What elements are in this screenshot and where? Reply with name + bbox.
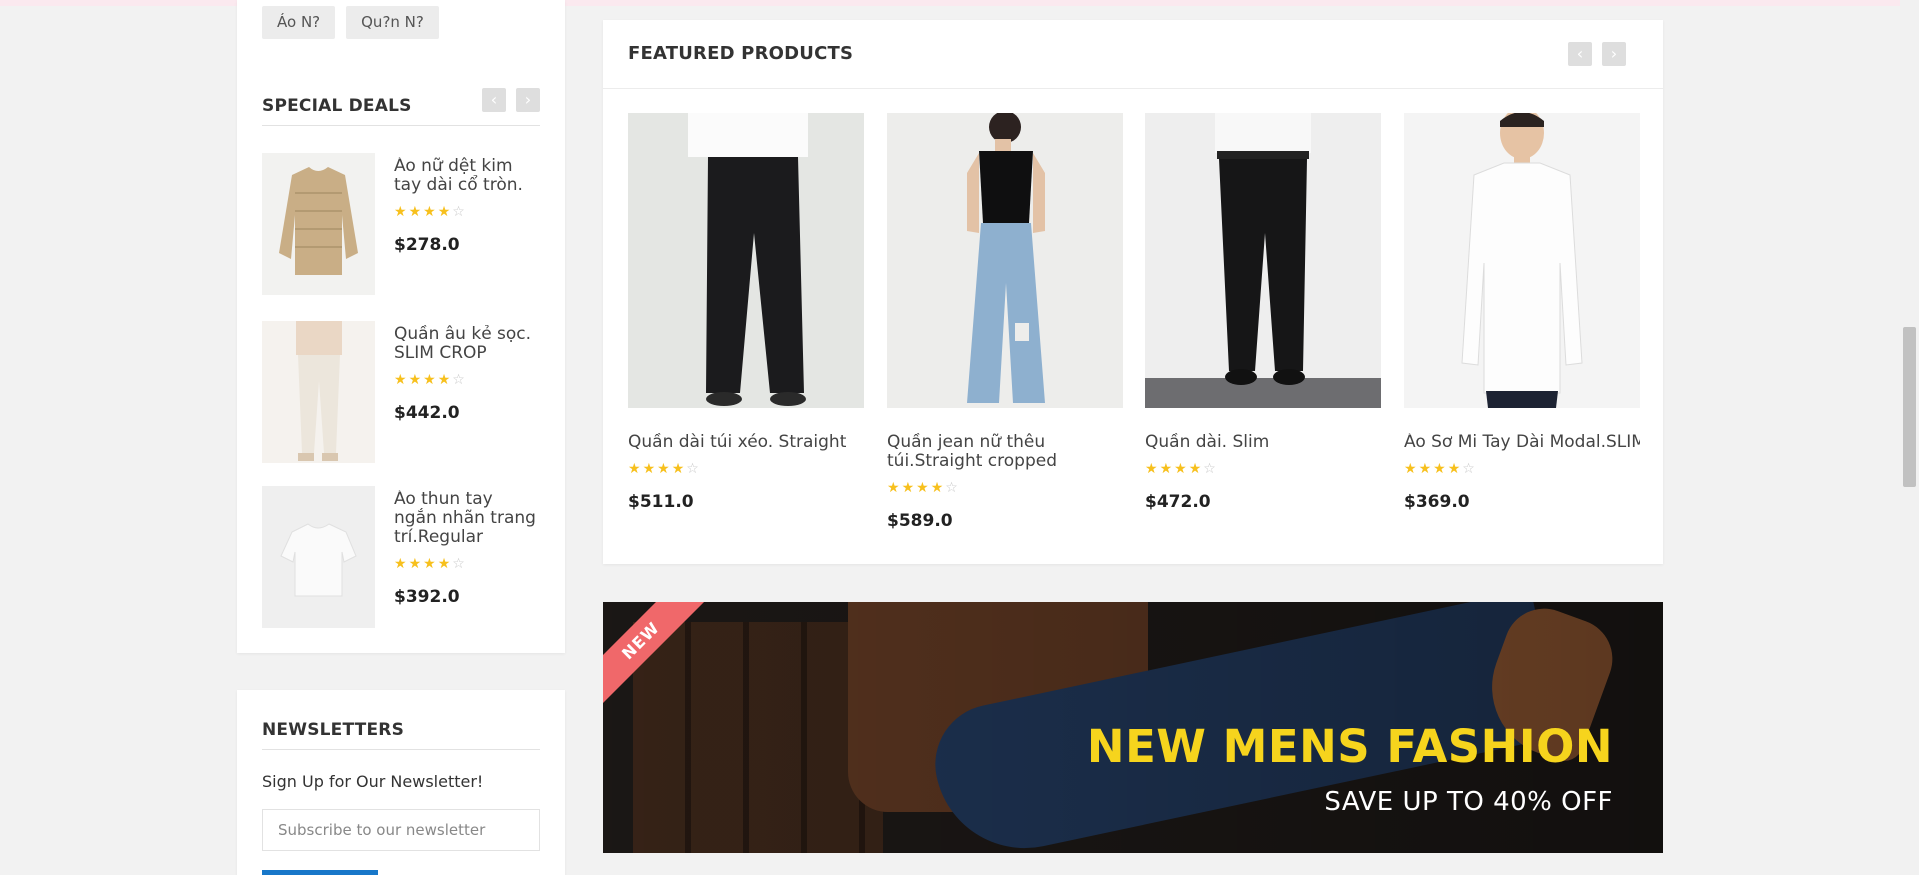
chevron-right-icon[interactable]: ›: [1602, 42, 1626, 66]
star-icon: ★: [1418, 461, 1432, 477]
product-image[interactable]: [1404, 113, 1640, 408]
tag-list: Áo N? Qu?n N?: [262, 6, 439, 39]
special-deals-header: SPECIAL DEALS ‹ ›: [262, 86, 540, 126]
star-icon: ★: [930, 480, 944, 496]
deal-price: $278.0: [394, 235, 460, 255]
deal-image[interactable]: [262, 321, 375, 463]
star-icon: ★: [1159, 461, 1173, 477]
featured-title: FEATURED PRODUCTS: [628, 43, 854, 64]
deal-price: $392.0: [394, 587, 460, 607]
product-name[interactable]: Quần dài. Slim: [1145, 433, 1381, 452]
star-icon: ★: [394, 372, 407, 388]
star-icon: ★: [901, 480, 915, 496]
tag-item[interactable]: Qu?n N?: [346, 6, 439, 39]
chevron-left-icon[interactable]: ‹: [1568, 42, 1592, 66]
deal-info: Áo nữ dệt kim tay dài cổ tròn. Regular ★…: [394, 157, 540, 255]
banner-title: NEW MENS FASHION: [1086, 720, 1613, 773]
product-image[interactable]: [1145, 113, 1381, 408]
product-price: $589.0: [887, 511, 953, 531]
deal-item[interactable]: Áo thun tay ngắn nhãn trang trí.Regular …: [262, 486, 540, 628]
newsletter-title: NEWSLETTERS: [262, 720, 405, 740]
chevron-left-icon[interactable]: ‹: [482, 88, 506, 112]
product-card[interactable]: Áo Sơ Mi Tay Dài Modal.SLIM ★ ★ ★ ★ ☆ $369.0: [1404, 113, 1640, 512]
rating-stars: ★ ★ ★ ★ ☆: [1404, 462, 1640, 476]
star-icon: ★: [1447, 461, 1461, 477]
tag-item[interactable]: Áo N?: [262, 6, 336, 39]
star-icon: ★: [657, 461, 670, 477]
promo-banner[interactable]: NEW NEW MENS FASHION SAVE UP TO 40% OFF: [603, 602, 1663, 853]
star-outline-icon: ☆: [452, 204, 465, 220]
star-outline-icon: ☆: [945, 480, 958, 496]
product-price: $472.0: [1145, 492, 1211, 512]
banner-subtitle: SAVE UP TO 40% OFF: [1324, 787, 1613, 817]
star-icon: ★: [1433, 461, 1446, 477]
rating-stars: ★ ★ ★ ★ ☆: [1145, 462, 1381, 476]
newsletter-email-input[interactable]: [262, 809, 540, 851]
deal-info: Áo thun tay ngắn nhãn trang trí.Regular …: [394, 490, 540, 607]
product-card[interactable]: Quần jean nữ thêu túi.Straight cropped ★…: [887, 113, 1123, 531]
deal-price: $442.0: [394, 403, 460, 423]
featured-products-panel: FEATURED PRODUCTS ‹ › Quần dài túi xéo. …: [603, 20, 1663, 564]
deal-name[interactable]: Áo nữ dệt kim tay dài cổ tròn. Regular: [394, 157, 540, 195]
star-icon: ★: [671, 461, 685, 477]
star-icon: ★: [437, 556, 451, 572]
star-icon: ★: [1174, 461, 1187, 477]
featured-nav: ‹ ›: [1568, 42, 1626, 66]
product-card[interactable]: Quần dài. Slim ★ ★ ★ ★ ☆ $472.0: [1145, 113, 1381, 512]
star-icon: ★: [437, 372, 451, 388]
star-outline-icon: ☆: [1203, 461, 1216, 477]
product-price: $511.0: [628, 492, 694, 512]
newsletter-subtitle: Sign Up for Our Newsletter!: [262, 772, 484, 791]
star-icon: ★: [408, 372, 422, 388]
star-icon: ★: [916, 480, 929, 496]
star-outline-icon: ☆: [452, 372, 465, 388]
star-icon: ★: [423, 556, 436, 572]
product-name[interactable]: Quần jean nữ thêu túi.Straight cropped: [887, 433, 1123, 471]
deal-image[interactable]: [262, 153, 375, 295]
subscribe-button[interactable]: [262, 870, 378, 875]
star-icon: ★: [887, 480, 900, 496]
sidebar-deals-panel: Áo N? Qu?n N? SPECIAL DEALS ‹ › Áo nữ dệ…: [237, 0, 565, 653]
chevron-right-icon[interactable]: ›: [516, 88, 540, 112]
star-outline-icon: ☆: [452, 556, 465, 572]
special-deals-title: SPECIAL DEALS: [262, 96, 412, 116]
deal-item[interactable]: Quần âu kẻ sọc. SLIM CROP ★ ★ ★ ★ ☆ $442.0: [262, 321, 540, 463]
star-outline-icon: ☆: [1462, 461, 1475, 477]
product-name[interactable]: Áo Sơ Mi Tay Dài Modal.SLIM: [1404, 433, 1640, 452]
star-icon: ★: [437, 204, 451, 220]
product-name[interactable]: Quần dài túi xéo. Straight: [628, 433, 864, 452]
deal-name[interactable]: Áo thun tay ngắn nhãn trang trí.Regular: [394, 490, 540, 547]
rating-stars: ★ ★ ★ ★ ☆: [394, 373, 540, 387]
deal-image[interactable]: [262, 486, 375, 628]
newsletter-header: NEWSLETTERS: [262, 710, 540, 750]
deal-info: Quần âu kẻ sọc. SLIM CROP ★ ★ ★ ★ ☆ $442.0: [394, 325, 540, 423]
product-card[interactable]: Quần dài túi xéo. Straight ★ ★ ★ ★ ☆ $511.0: [628, 113, 864, 512]
scrollbar-thumb[interactable]: [1903, 327, 1916, 487]
star-icon: ★: [1188, 461, 1202, 477]
star-icon: ★: [1404, 461, 1417, 477]
star-icon: ★: [423, 372, 436, 388]
rating-stars: ★ ★ ★ ★ ☆: [394, 205, 540, 219]
star-icon: ★: [642, 461, 656, 477]
deal-item[interactable]: Áo nữ dệt kim tay dài cổ tròn. Regular ★…: [262, 153, 540, 295]
deals-nav: ‹ ›: [482, 88, 540, 112]
deal-name[interactable]: Quần âu kẻ sọc. SLIM CROP: [394, 325, 540, 363]
star-outline-icon: ☆: [686, 461, 699, 477]
star-icon: ★: [423, 204, 436, 220]
star-icon: ★: [408, 556, 422, 572]
product-image[interactable]: [628, 113, 864, 408]
star-icon: ★: [394, 556, 407, 572]
star-icon: ★: [1145, 461, 1158, 477]
star-icon: ★: [408, 204, 422, 220]
rating-stars: ★ ★ ★ ★ ☆: [394, 557, 540, 571]
product-image[interactable]: [887, 113, 1123, 408]
star-icon: ★: [628, 461, 641, 477]
star-icon: ★: [394, 204, 407, 220]
featured-header: FEATURED PRODUCTS ‹ ›: [603, 20, 1663, 89]
page-scrollbar[interactable]: [1900, 0, 1919, 875]
rating-stars: ★ ★ ★ ★ ☆: [628, 462, 864, 476]
product-price: $369.0: [1404, 492, 1470, 512]
rating-stars: ★ ★ ★ ★ ☆: [887, 481, 1123, 495]
